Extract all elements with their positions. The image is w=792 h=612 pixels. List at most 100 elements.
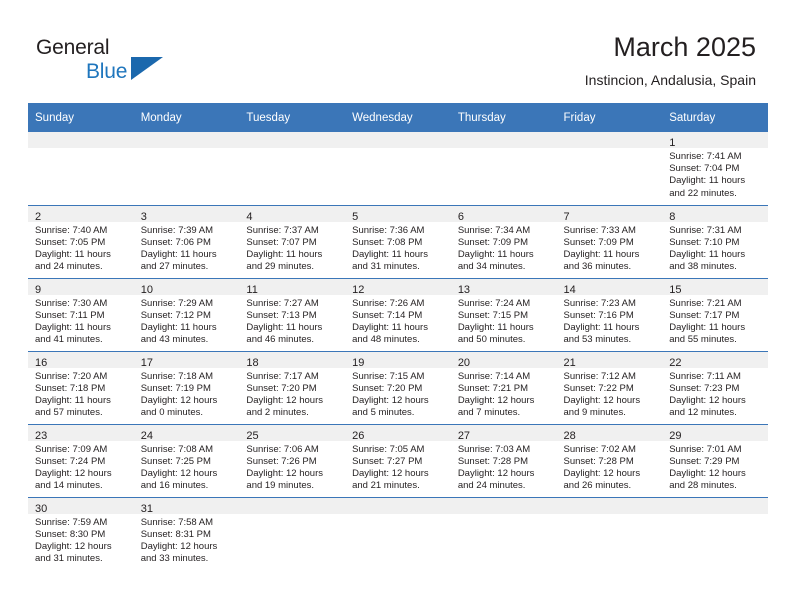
day-info-line: Sunset: 8:31 PM — [140, 528, 211, 540]
calendar-day-cell[interactable]: 3 Sunrise: 7:39 AM Sunset: 7:06 PM Daylight… — [133, 204, 240, 278]
calendar-day-cell[interactable]: 11 Sunrise: 7:27 AM Sunset: 7:13 PM Dayligh… — [239, 277, 346, 351]
calendar-day-cell[interactable]: 4 Sunrise: 7:37 AM Sunset: 7:07 PM Daylight… — [239, 204, 346, 278]
day-info-line: Sunrise: 7:23 AM — [563, 297, 636, 309]
day-cell-content: 26 Sunrise: 7:05 AM Sunset: 7:27 PM Dayligh… — [345, 424, 451, 497]
day-info-line: Sunset: 7:28 PM — [563, 455, 634, 467]
day-info-line: and 57 minutes. — [35, 407, 103, 419]
day-info-line: Daylight: 12 hours — [563, 467, 641, 479]
day-info-line: Sunrise: 7:21 AM — [669, 297, 742, 309]
day-info-line: Sunset: 7:05 PM — [35, 236, 106, 248]
day-info-line: Daylight: 11 hours — [35, 248, 111, 260]
day-info-line: Sunset: 7:24 PM — [35, 455, 106, 467]
calendar-day-cell[interactable]: 24 Sunrise: 7:08 AM Sunset: 7:25 PM Dayligh… — [133, 423, 240, 497]
day-info-line: Sunrise: 7:30 AM — [35, 297, 108, 309]
calendar-day-cell[interactable]: 18 Sunrise: 7:17 AM Sunset: 7:20 PM Dayligh… — [239, 350, 346, 424]
calendar-day-cell[interactable]: 8 Sunrise: 7:31 AM Sunset: 7:10 PM Daylight… — [662, 204, 768, 278]
day-info-line: Daylight: 12 hours — [140, 540, 218, 552]
day-number: 31 — [140, 502, 153, 515]
calendar-day-cell[interactable]: 30 Sunrise: 7:59 AM Sunset: 8:30 PM Dayligh… — [28, 496, 134, 570]
day-info-line: Daylight: 11 hours — [35, 394, 111, 406]
day-info-line: Sunrise: 7:40 AM — [35, 224, 108, 236]
calendar-day-cell[interactable]: 12 Sunrise: 7:26 AM Sunset: 7:14 PM Dayligh… — [345, 277, 451, 351]
calendar-empty-cell — [450, 496, 557, 570]
day-sun-info — [345, 514, 451, 517]
day-info-line: Sunrise: 7:17 AM — [246, 370, 319, 382]
day-number-bar — [556, 132, 663, 148]
day-info-line: Sunset: 7:11 PM — [35, 309, 105, 321]
day-number: 24 — [140, 429, 153, 442]
day-cell-content: 5 Sunrise: 7:36 AM Sunset: 7:08 PM Daylight… — [345, 205, 451, 278]
day-info-line: and 50 minutes. — [457, 334, 526, 346]
day-number: 14 — [563, 283, 576, 296]
day-cell-content — [345, 132, 451, 204]
weekday-header-wednesday: Wednesday — [345, 103, 451, 132]
day-info-line: Daylight: 11 hours — [246, 248, 323, 260]
day-number: 4 — [246, 210, 253, 223]
calendar-day-cell[interactable]: 14 Sunrise: 7:23 AM Sunset: 7:16 PM Dayligh… — [556, 277, 663, 351]
day-info-line: Sunset: 7:13 PM — [246, 309, 317, 321]
day-number-bar: 3 — [133, 205, 240, 223]
calendar-day-cell[interactable]: 23 Sunrise: 7:09 AM Sunset: 7:24 PM Dayligh… — [28, 423, 134, 497]
day-info-line: Sunset: 8:30 PM — [35, 528, 106, 540]
day-sun-info — [239, 148, 345, 151]
calendar-day-cell[interactable]: 19 Sunrise: 7:15 AM Sunset: 7:20 PM Dayligh… — [345, 350, 451, 424]
weekday-header-thursday: Thursday — [450, 103, 557, 132]
day-number-bar: 10 — [133, 278, 240, 296]
day-number-bar — [239, 132, 346, 148]
day-info-line: and 36 minutes. — [563, 261, 632, 273]
calendar-day-cell[interactable]: 26 Sunrise: 7:05 AM Sunset: 7:27 PM Dayligh… — [345, 423, 451, 497]
calendar-day-cell[interactable]: 15 Sunrise: 7:21 AM Sunset: 7:17 PM Dayligh… — [662, 277, 768, 351]
calendar-week-row: 9 Sunrise: 7:30 AM Sunset: 7:11 PM Daylight… — [28, 277, 768, 351]
calendar-day-cell[interactable]: 22 Sunrise: 7:11 AM Sunset: 7:23 PM Dayligh… — [662, 350, 768, 424]
calendar-day-cell[interactable]: 6 Sunrise: 7:34 AM Sunset: 7:09 PM Daylight… — [450, 204, 557, 278]
day-cell-content: 29 Sunrise: 7:01 AM Sunset: 7:29 PM Dayligh… — [662, 424, 768, 497]
calendar-day-cell[interactable]: 5 Sunrise: 7:36 AM Sunset: 7:08 PM Daylight… — [345, 204, 451, 278]
calendar-week-row: 16 Sunrise: 7:20 AM Sunset: 7:18 PM Dayligh… — [28, 350, 768, 424]
day-sun-info — [28, 148, 134, 151]
day-number-bar: 6 — [450, 205, 557, 223]
day-info-line: Sunrise: 7:26 AM — [352, 297, 425, 309]
calendar-day-cell[interactable]: 16 Sunrise: 7:20 AM Sunset: 7:18 PM Dayligh… — [28, 350, 134, 424]
calendar-day-cell[interactable]: 20 Sunrise: 7:14 AM Sunset: 7:21 PM Dayligh… — [450, 350, 557, 424]
day-sun-info: Sunrise: 7:03 AM Sunset: 7:28 PM Daylight:… — [451, 441, 557, 493]
day-number-bar: 9 — [28, 278, 134, 296]
day-sun-info: Sunrise: 7:29 AM Sunset: 7:12 PM Daylight:… — [134, 295, 240, 347]
day-info-line: and 29 minutes. — [246, 261, 315, 273]
day-number-bar: 23 — [28, 424, 134, 442]
calendar-day-cell[interactable]: 13 Sunrise: 7:24 AM Sunset: 7:15 PM Dayligh… — [450, 277, 557, 351]
day-info-line: Sunrise: 7:18 AM — [140, 370, 214, 382]
day-sun-info: Sunrise: 7:12 AM Sunset: 7:22 PM Daylight:… — [557, 368, 663, 420]
calendar-day-cell[interactable]: 29 Sunrise: 7:01 AM Sunset: 7:29 PM Dayligh… — [662, 423, 768, 497]
calendar-day-cell[interactable]: 21 Sunrise: 7:12 AM Sunset: 7:22 PM Dayligh… — [556, 350, 663, 424]
day-info-line: and 33 minutes. — [140, 553, 209, 565]
day-number-bar: 19 — [345, 351, 451, 369]
calendar-week-row: 2 Sunrise: 7:40 AM Sunset: 7:05 PM Daylight… — [28, 204, 768, 278]
day-info-line: Daylight: 12 hours — [246, 394, 323, 406]
calendar-day-cell[interactable]: 7 Sunrise: 7:33 AM Sunset: 7:09 PM Daylight… — [556, 204, 663, 278]
general-blue-logo[interactable]: General Blue — [36, 36, 206, 94]
day-number: 18 — [246, 356, 259, 369]
calendar-day-cell[interactable]: 27 Sunrise: 7:03 AM Sunset: 7:28 PM Dayligh… — [450, 423, 557, 497]
day-info-line: Daylight: 12 hours — [669, 394, 746, 406]
day-sun-info — [662, 514, 768, 517]
day-info-line: Daylight: 12 hours — [352, 394, 429, 406]
calendar-day-cell[interactable]: 2 Sunrise: 7:40 AM Sunset: 7:05 PM Daylight… — [28, 204, 134, 278]
day-sun-info: Sunrise: 7:40 AM Sunset: 7:05 PM Daylight:… — [28, 222, 134, 274]
day-sun-info — [557, 148, 663, 151]
day-number: 8 — [669, 210, 676, 223]
calendar-day-cell[interactable]: 10 Sunrise: 7:29 AM Sunset: 7:12 PM Dayligh… — [133, 277, 240, 351]
day-info-line: Daylight: 12 hours — [563, 394, 641, 406]
calendar-day-cell[interactable]: 25 Sunrise: 7:06 AM Sunset: 7:26 PM Dayligh… — [239, 423, 346, 497]
calendar-day-cell[interactable]: 17 Sunrise: 7:18 AM Sunset: 7:19 PM Dayligh… — [133, 350, 240, 424]
calendar-day-cell[interactable]: 1 Sunrise: 7:41 AM Sunset: 7:04 PM Daylight… — [662, 132, 768, 205]
day-info-line: Sunrise: 7:11 AM — [669, 370, 741, 382]
calendar-week-row: 23 Sunrise: 7:09 AM Sunset: 7:24 PM Dayligh… — [28, 423, 768, 497]
day-info-line: and 46 minutes. — [246, 334, 315, 346]
calendar-day-cell[interactable]: 9 Sunrise: 7:30 AM Sunset: 7:11 PM Daylight… — [28, 277, 134, 351]
day-cell-content: 25 Sunrise: 7:06 AM Sunset: 7:26 PM Dayligh… — [239, 424, 346, 497]
calendar-day-cell[interactable]: 28 Sunrise: 7:02 AM Sunset: 7:28 PM Dayligh… — [556, 423, 663, 497]
day-info-line: and 48 minutes. — [352, 334, 420, 346]
weekday-headers: Sunday Monday Tuesday Wednesday Thursday Frid… — [28, 103, 768, 132]
calendar-day-cell[interactable]: 31 Sunrise: 7:58 AM Sunset: 8:31 PM Dayligh… — [133, 496, 240, 570]
calendar-empty-cell — [239, 132, 346, 205]
